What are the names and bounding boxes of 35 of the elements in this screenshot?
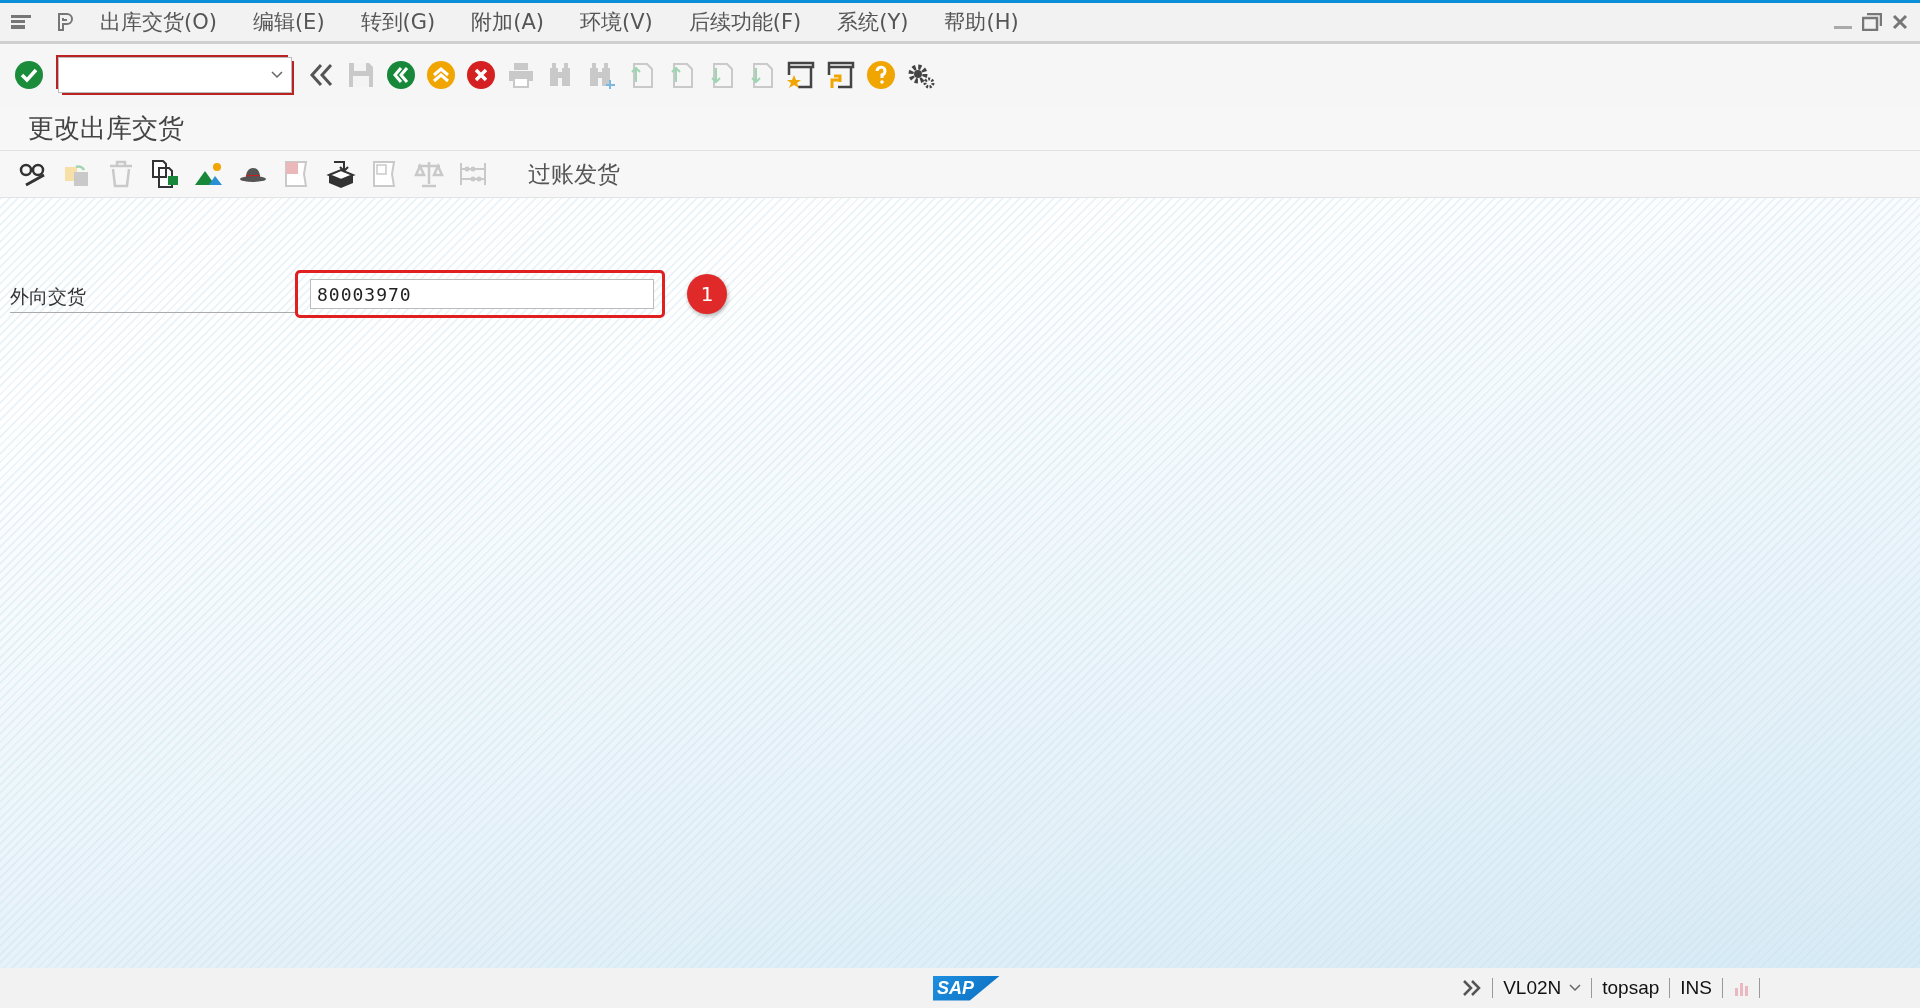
screen-title: 更改出库交货: [28, 111, 184, 145]
bar-chart-icon: [1733, 980, 1749, 996]
dropdown-icon[interactable]: [1569, 984, 1582, 992]
delivery-input[interactable]: 80003970: [310, 279, 654, 309]
step-marker: 1: [687, 274, 727, 314]
double-chevron-icon[interactable]: [1462, 979, 1483, 997]
close-icon[interactable]: [1892, 14, 1908, 30]
menu-item[interactable]: 系统(Y): [837, 8, 909, 36]
system-name: topsap: [1602, 977, 1660, 999]
command-field[interactable]: [58, 57, 292, 93]
documents-icon[interactable]: [150, 159, 180, 189]
cancel-icon[interactable]: [466, 60, 496, 90]
restore-icon[interactable]: [1862, 13, 1882, 31]
menu-item[interactable]: 帮助(H): [944, 8, 1019, 36]
menu-item[interactable]: 出库交货(O): [100, 8, 217, 36]
insert-mode: INS: [1680, 977, 1712, 999]
menu-item[interactable]: 后续功能(F): [688, 8, 802, 36]
dropdown-icon[interactable]: [271, 71, 283, 79]
menu-icon[interactable]: [10, 14, 32, 30]
new-window-icon[interactable]: [786, 60, 816, 90]
box-icon[interactable]: [326, 159, 356, 189]
layout-icon[interactable]: [56, 12, 76, 32]
help-icon[interactable]: [866, 60, 896, 90]
sap-logo: SAP: [933, 975, 1000, 1001]
menu-item[interactable]: 编辑(E): [252, 8, 325, 36]
menu-item[interactable]: 转到(G): [360, 8, 436, 36]
field-label: 外向交货: [10, 283, 295, 313]
enter-icon[interactable]: [14, 60, 44, 90]
exit-icon[interactable]: [426, 60, 456, 90]
back-icon[interactable]: [386, 60, 416, 90]
shortcut-icon[interactable]: [826, 60, 856, 90]
transaction-code: VL02N: [1503, 977, 1562, 999]
menu-item[interactable]: 附加(A): [471, 8, 544, 36]
menu-item[interactable]: 环境(V): [580, 8, 653, 36]
post-goods-issue-button[interactable]: 过账发货: [522, 156, 626, 192]
